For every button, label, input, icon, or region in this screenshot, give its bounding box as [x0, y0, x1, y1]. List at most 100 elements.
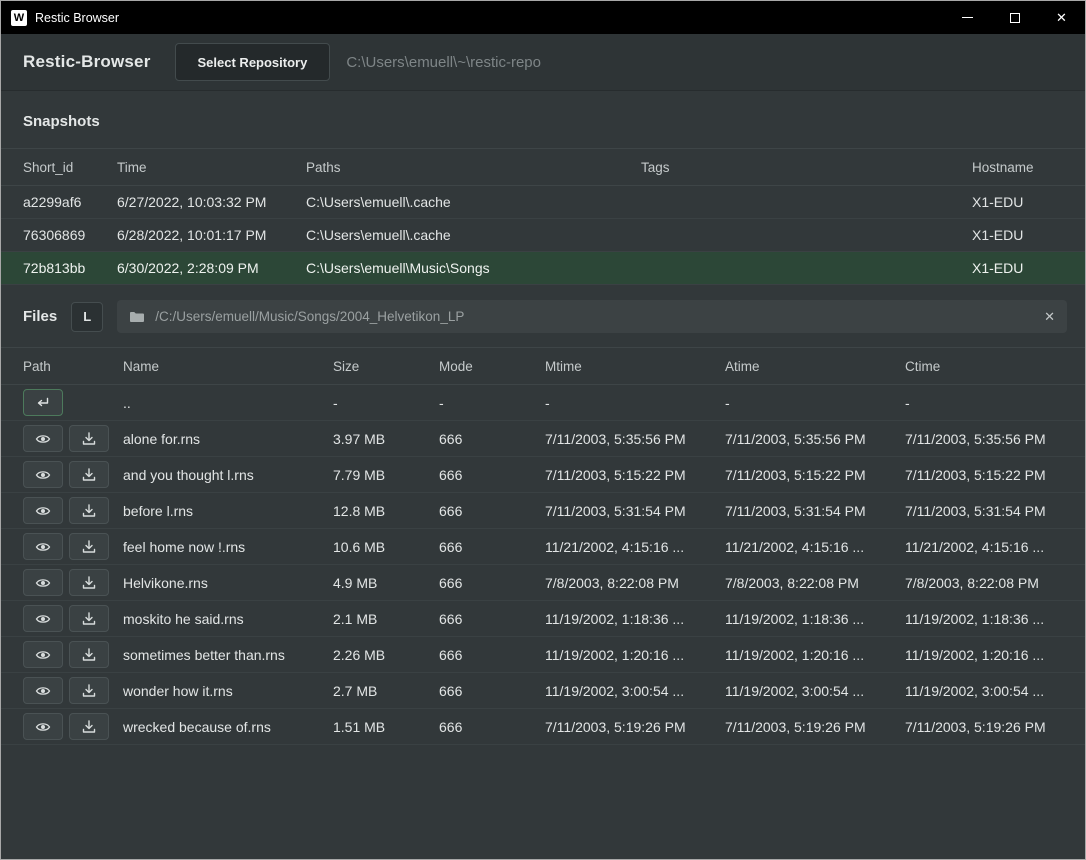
file-row[interactable]: feel home now !.rns 10.6 MB 666 11/21/20…: [1, 529, 1085, 565]
clear-path-button[interactable]: ✕: [1044, 309, 1055, 325]
snapshots-header-row: Short_id Time Paths Tags Hostname: [1, 149, 1085, 186]
file-atime: 11/19/2002, 1:20:16 ...: [725, 637, 905, 673]
preview-file-button[interactable]: [23, 713, 63, 740]
download-icon: [81, 683, 97, 699]
file-row[interactable]: alone for.rns 3.97 MB 666 7/11/2003, 5:3…: [1, 421, 1085, 457]
maximize-button[interactable]: [991, 1, 1038, 34]
file-mode: -: [439, 385, 545, 421]
col-header-name[interactable]: Name: [123, 348, 333, 385]
preview-file-button[interactable]: [23, 425, 63, 452]
col-header-path[interactable]: Path: [1, 348, 123, 385]
preview-file-button[interactable]: [23, 641, 63, 668]
restore-file-button[interactable]: [69, 425, 109, 452]
snapshot-time: 6/28/2022, 10:01:17 PM: [117, 219, 306, 252]
file-mode: 666: [439, 457, 545, 493]
file-atime: 7/8/2003, 8:22:08 PM: [725, 565, 905, 601]
snapshot-tags: [641, 219, 972, 252]
col-header-time[interactable]: Time: [117, 149, 306, 186]
file-ctime: 7/11/2003, 5:19:26 PM: [905, 709, 1085, 745]
download-icon: [81, 719, 97, 735]
col-header-mtime[interactable]: Mtime: [545, 348, 725, 385]
restore-file-button[interactable]: [69, 713, 109, 740]
repository-path: C:\Users\emuell\~\restic-repo: [346, 54, 541, 71]
minimize-button[interactable]: [944, 1, 991, 34]
download-icon: [81, 647, 97, 663]
file-size: 12.8 MB: [333, 493, 439, 529]
snapshot-short-id: a2299af6: [1, 186, 117, 219]
restore-file-button[interactable]: [69, 497, 109, 524]
restore-file-button[interactable]: [69, 533, 109, 560]
col-header-hostname[interactable]: Hostname: [972, 149, 1085, 186]
files-header-row: Path Name Size Mode Mtime Atime Ctime: [1, 348, 1085, 385]
return-arrow-icon: [35, 395, 51, 411]
file-row[interactable]: wonder how it.rns 2.7 MB 666 11/19/2002,…: [1, 673, 1085, 709]
file-mtime: 11/19/2002, 1:18:36 ...: [545, 601, 725, 637]
list-mode-button[interactable]: L: [71, 302, 103, 332]
col-header-ctime[interactable]: Ctime: [905, 348, 1085, 385]
download-icon: [81, 503, 97, 519]
snapshot-hostname: X1-EDU: [972, 219, 1085, 252]
col-header-tags[interactable]: Tags: [641, 149, 972, 186]
file-mtime: 7/11/2003, 5:35:56 PM: [545, 421, 725, 457]
file-ctime: 7/11/2003, 5:15:22 PM: [905, 457, 1085, 493]
files-title: Files: [23, 308, 57, 325]
app-logo-icon: W: [11, 10, 27, 26]
preview-file-button[interactable]: [23, 569, 63, 596]
snapshot-paths: C:\Users\emuell\.cache: [306, 186, 641, 219]
restore-file-button[interactable]: [69, 641, 109, 668]
download-icon: [81, 431, 97, 447]
parent-directory-row[interactable]: .. - - - - -: [1, 385, 1085, 421]
col-header-mode[interactable]: Mode: [439, 348, 545, 385]
file-mtime: 11/19/2002, 3:00:54 ...: [545, 673, 725, 709]
restore-file-button[interactable]: [69, 605, 109, 632]
file-name: and you thought l.rns: [123, 457, 333, 493]
preview-file-button[interactable]: [23, 497, 63, 524]
file-name: ..: [123, 385, 333, 421]
window-title: Restic Browser: [35, 11, 119, 25]
restore-file-button[interactable]: [69, 461, 109, 488]
file-row[interactable]: before l.rns 12.8 MB 666 7/11/2003, 5:31…: [1, 493, 1085, 529]
snapshot-row[interactable]: 72b813bb 6/30/2022, 2:28:09 PM C:\Users\…: [1, 252, 1085, 285]
close-button[interactable]: ✕: [1038, 1, 1085, 34]
file-row[interactable]: sometimes better than.rns 2.26 MB 666 11…: [1, 637, 1085, 673]
file-mtime: 11/19/2002, 1:20:16 ...: [545, 637, 725, 673]
restore-file-button[interactable]: [69, 569, 109, 596]
file-name: feel home now !.rns: [123, 529, 333, 565]
col-header-short-id[interactable]: Short_id: [1, 149, 117, 186]
file-mode: 666: [439, 673, 545, 709]
snapshot-row[interactable]: 76306869 6/28/2022, 10:01:17 PM C:\Users…: [1, 219, 1085, 252]
snapshot-row[interactable]: a2299af6 6/27/2022, 10:03:32 PM C:\Users…: [1, 186, 1085, 219]
app-header: Restic-Browser Select Repository C:\User…: [1, 34, 1085, 91]
preview-file-button[interactable]: [23, 533, 63, 560]
eye-icon: [35, 467, 51, 483]
preview-file-button[interactable]: [23, 677, 63, 704]
file-size: 2.7 MB: [333, 673, 439, 709]
files-bar: Files L /C:/Users/emuell/Music/Songs/200…: [1, 285, 1085, 347]
select-repository-button[interactable]: Select Repository: [175, 43, 331, 81]
file-row[interactable]: Helvikone.rns 4.9 MB 666 7/8/2003, 8:22:…: [1, 565, 1085, 601]
file-row[interactable]: moskito he said.rns 2.1 MB 666 11/19/200…: [1, 601, 1085, 637]
restore-file-button[interactable]: [69, 677, 109, 704]
col-header-size[interactable]: Size: [333, 348, 439, 385]
file-ctime: 11/19/2002, 3:00:54 ...: [905, 673, 1085, 709]
file-atime: 11/19/2002, 1:18:36 ...: [725, 601, 905, 637]
file-mode: 666: [439, 601, 545, 637]
file-row[interactable]: and you thought l.rns 7.79 MB 666 7/11/2…: [1, 457, 1085, 493]
col-header-atime[interactable]: Atime: [725, 348, 905, 385]
file-atime: 7/11/2003, 5:15:22 PM: [725, 457, 905, 493]
parent-directory-button[interactable]: [23, 389, 63, 416]
files-table: Path Name Size Mode Mtime Atime Ctime .: [1, 347, 1085, 745]
file-mode: 666: [439, 709, 545, 745]
col-header-paths[interactable]: Paths: [306, 149, 641, 186]
preview-file-button[interactable]: [23, 461, 63, 488]
eye-icon: [35, 611, 51, 627]
download-icon: [81, 467, 97, 483]
file-row[interactable]: wrecked because of.rns 1.51 MB 666 7/11/…: [1, 709, 1085, 745]
file-size: 2.26 MB: [333, 637, 439, 673]
file-ctime: 11/19/2002, 1:18:36 ...: [905, 601, 1085, 637]
files-path-input[interactable]: /C:/Users/emuell/Music/Songs/2004_Helvet…: [117, 300, 1067, 333]
preview-file-button[interactable]: [23, 605, 63, 632]
file-ctime: 7/8/2003, 8:22:08 PM: [905, 565, 1085, 601]
download-icon: [81, 539, 97, 555]
maximize-icon: [1010, 13, 1020, 23]
